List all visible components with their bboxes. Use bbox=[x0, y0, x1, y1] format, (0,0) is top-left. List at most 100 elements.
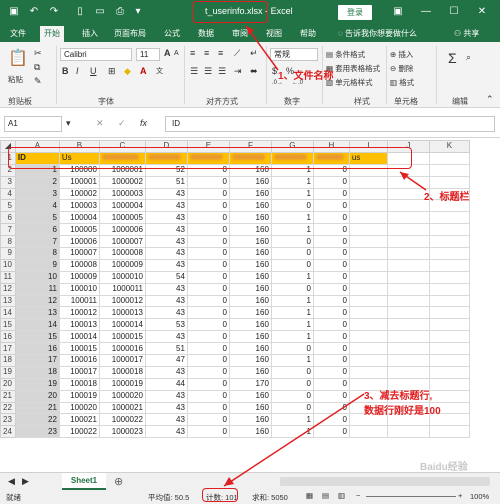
collapse-ribbon-icon[interactable]: ⌃ bbox=[486, 94, 494, 105]
cell[interactable]: 0 bbox=[312, 247, 350, 260]
italic-button[interactable]: I bbox=[76, 66, 79, 76]
cell[interactable]: 0 bbox=[312, 187, 350, 201]
cell[interactable] bbox=[386, 282, 430, 296]
cell[interactable] bbox=[348, 199, 388, 213]
cell[interactable]: 160 bbox=[228, 365, 272, 379]
format-painter-icon[interactable]: ✎ bbox=[34, 76, 42, 87]
align-left-icon[interactable]: ☰ bbox=[190, 66, 198, 77]
cell[interactable] bbox=[348, 211, 388, 225]
cell[interactable]: 1 bbox=[270, 211, 314, 225]
cell[interactable] bbox=[386, 258, 430, 272]
cell[interactable]: 0 bbox=[186, 282, 230, 296]
delete-cells-button[interactable]: ⊖ 删除 bbox=[390, 63, 413, 74]
cell[interactable]: 15 bbox=[14, 330, 60, 344]
font-name-select[interactable]: Calibri bbox=[60, 48, 132, 61]
cell[interactable]: 100008 bbox=[58, 258, 100, 272]
cell[interactable]: 1000014 bbox=[98, 318, 146, 332]
cell[interactable] bbox=[348, 294, 388, 308]
cell[interactable] bbox=[348, 258, 388, 272]
cell[interactable] bbox=[428, 306, 470, 320]
insert-function-button[interactable]: fx bbox=[140, 118, 147, 128]
cell[interactable]: 1000005 bbox=[98, 211, 146, 225]
normal-view-icon[interactable]: ▦ bbox=[306, 491, 313, 500]
cell[interactable] bbox=[428, 235, 470, 249]
row-header[interactable]: 11 bbox=[0, 270, 16, 284]
cell[interactable]: 0 bbox=[186, 354, 230, 367]
align-bottom-icon[interactable]: ≡ bbox=[218, 48, 223, 58]
redo-icon[interactable]: ↷ bbox=[46, 4, 62, 20]
cell[interactable]: 0 bbox=[270, 258, 314, 272]
page-layout-view-icon[interactable]: ▤ bbox=[322, 491, 329, 500]
cell[interactable]: 13 bbox=[14, 306, 60, 320]
cell[interactable]: 1000002 bbox=[98, 175, 146, 189]
page-break-view-icon[interactable]: ▥ bbox=[338, 491, 345, 500]
prev-sheet-icon[interactable]: ◀ bbox=[8, 476, 15, 487]
cell[interactable]: 51 bbox=[144, 175, 188, 189]
paste-icon[interactable]: 📋 bbox=[8, 48, 28, 70]
insert-cells-button[interactable]: ⊕ 插入 bbox=[390, 49, 413, 60]
customize-qat-icon[interactable]: ▾ bbox=[130, 4, 146, 20]
cell[interactable] bbox=[428, 247, 470, 260]
cell[interactable]: 4 bbox=[14, 199, 60, 213]
cell[interactable]: 160 bbox=[228, 318, 272, 332]
cell[interactable]: 43 bbox=[144, 235, 188, 249]
cell[interactable]: 0 bbox=[186, 258, 230, 272]
cell[interactable]: 1000013 bbox=[98, 306, 146, 320]
cell[interactable]: 11 bbox=[14, 282, 60, 296]
cell[interactable]: 1 bbox=[270, 294, 314, 308]
cell[interactable]: 0 bbox=[186, 199, 230, 213]
cell[interactable]: 0 bbox=[270, 235, 314, 249]
cell[interactable] bbox=[428, 211, 470, 225]
cell[interactable]: 22 bbox=[14, 413, 60, 427]
cell[interactable]: 0 bbox=[186, 318, 230, 332]
cell[interactable]: 16 bbox=[14, 342, 60, 356]
cut-icon[interactable]: ✂ bbox=[34, 48, 42, 59]
cell[interactable] bbox=[386, 211, 430, 225]
cell[interactable]: 100002 bbox=[58, 187, 100, 201]
fill-color-icon[interactable]: ◆ bbox=[124, 66, 131, 77]
cell[interactable]: 0 bbox=[186, 342, 230, 356]
cell[interactable]: 0 bbox=[186, 365, 230, 379]
cell[interactable] bbox=[428, 425, 470, 439]
cell[interactable]: 43 bbox=[144, 258, 188, 272]
cell[interactable]: 44 bbox=[144, 377, 188, 391]
cell[interactable]: 160 bbox=[228, 282, 272, 296]
cell[interactable]: 1000017 bbox=[98, 354, 146, 367]
cell[interactable]: 160 bbox=[228, 354, 272, 367]
cell[interactable]: 1000020 bbox=[98, 389, 146, 403]
cell[interactable]: 43 bbox=[144, 223, 188, 237]
cell[interactable]: 43 bbox=[144, 282, 188, 296]
cell[interactable]: 1 bbox=[270, 223, 314, 237]
sheet-tab-sheet1[interactable]: Sheet1 bbox=[62, 473, 106, 490]
cell[interactable] bbox=[428, 354, 470, 367]
cell[interactable] bbox=[348, 223, 388, 237]
cell[interactable]: 0 bbox=[312, 211, 350, 225]
row-header[interactable]: 6 bbox=[0, 211, 16, 225]
cell[interactable] bbox=[348, 354, 388, 367]
cell[interactable]: 8 bbox=[14, 247, 60, 260]
zoom-level[interactable]: 100% bbox=[470, 492, 489, 501]
align-middle-icon[interactable]: ≡ bbox=[204, 48, 209, 58]
cell[interactable]: 19 bbox=[14, 377, 60, 391]
undo-icon[interactable]: ↶ bbox=[26, 4, 42, 20]
cell[interactable] bbox=[428, 318, 470, 332]
minimize-icon[interactable]: — bbox=[412, 2, 440, 22]
cell[interactable] bbox=[386, 365, 430, 379]
cell[interactable]: 0 bbox=[312, 175, 350, 189]
cell[interactable]: 160 bbox=[228, 187, 272, 201]
bold-button[interactable]: B bbox=[62, 66, 69, 76]
row-header[interactable]: 17 bbox=[0, 342, 16, 356]
cell[interactable] bbox=[428, 258, 470, 272]
tell-me-box[interactable]: ◌ 告诉我你想要做什么 bbox=[334, 26, 421, 42]
row-header[interactable]: 24 bbox=[0, 425, 16, 439]
cell[interactable] bbox=[428, 365, 470, 379]
cell[interactable]: 100021 bbox=[58, 413, 100, 427]
row-header[interactable]: 18 bbox=[0, 354, 16, 367]
row-header[interactable]: 20 bbox=[0, 377, 16, 391]
row-header[interactable]: 19 bbox=[0, 365, 16, 379]
cell[interactable] bbox=[386, 354, 430, 367]
cell[interactable]: 160 bbox=[228, 330, 272, 344]
phonetic-icon[interactable]: 文 bbox=[156, 66, 163, 76]
row-header[interactable]: 7 bbox=[0, 223, 16, 237]
cell[interactable]: 7 bbox=[14, 235, 60, 249]
